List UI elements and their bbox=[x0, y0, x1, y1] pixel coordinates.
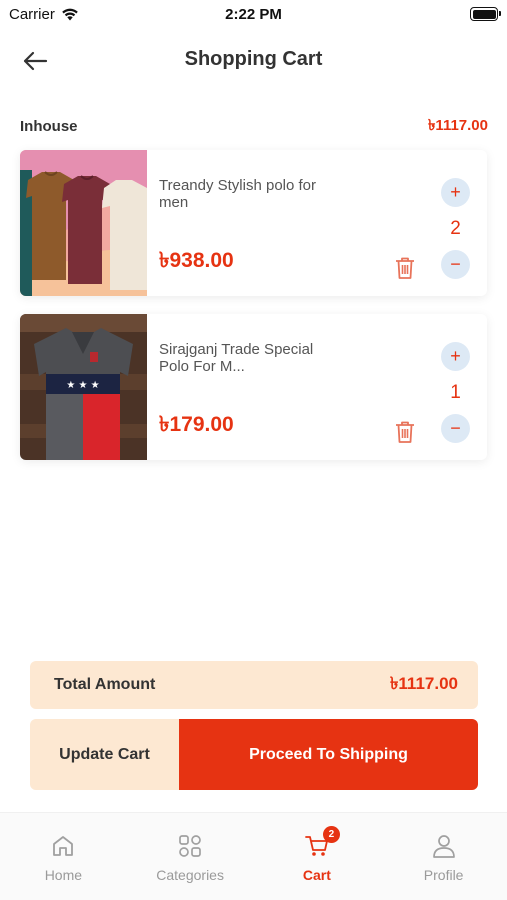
svg-text:★ ★ ★: ★ ★ ★ bbox=[66, 380, 99, 391]
trash-icon bbox=[396, 257, 414, 279]
tab-home[interactable]: Home bbox=[0, 813, 127, 900]
tab-profile[interactable]: Profile bbox=[380, 813, 507, 900]
product-price: ৳938.00 bbox=[159, 249, 234, 272]
grid-icon bbox=[179, 835, 201, 857]
delete-button[interactable] bbox=[394, 420, 416, 444]
quantity-value: 2 bbox=[450, 218, 461, 239]
proceed-to-shipping-button[interactable]: Proceed To Shipping bbox=[179, 719, 478, 790]
home-icon bbox=[53, 836, 74, 856]
tab-label: Home bbox=[44, 867, 83, 883]
tab-label: Categories bbox=[156, 867, 224, 883]
tab-label: Cart bbox=[302, 867, 331, 883]
product-name[interactable]: Treandy Stylish polo for men bbox=[159, 177, 329, 211]
decrease-quantity-button[interactable]: − bbox=[441, 250, 470, 279]
increase-quantity-button[interactable]: + bbox=[441, 342, 470, 371]
quantity-value: 1 bbox=[450, 382, 461, 403]
seller-row: Inhouse ৳1117.00 bbox=[20, 116, 488, 136]
delete-button[interactable] bbox=[394, 256, 416, 280]
total-amount-bar: Total Amount ৳1117.00 bbox=[30, 661, 478, 709]
seller-name: Inhouse bbox=[20, 117, 78, 135]
app-header: Shopping Cart bbox=[0, 38, 507, 82]
tab-categories[interactable]: Categories bbox=[127, 813, 254, 900]
product-image[interactable] bbox=[20, 150, 147, 296]
status-bar: Carrier 2:22 PM bbox=[0, 0, 507, 30]
decrease-quantity-button[interactable]: − bbox=[441, 414, 470, 443]
clock: 2:22 PM bbox=[225, 6, 282, 23]
trash-icon bbox=[396, 421, 414, 443]
cart-actions: Update Cart Proceed To Shipping bbox=[30, 719, 478, 790]
bottom-tab-bar: Home Categories 2 Cart Profile bbox=[0, 812, 507, 900]
product-name[interactable]: Sirajganj Trade Special Polo For M... bbox=[159, 341, 329, 375]
battery-icon bbox=[470, 7, 501, 21]
seller-subtotal: ৳1117.00 bbox=[427, 116, 488, 134]
tab-cart[interactable]: 2 Cart bbox=[254, 813, 381, 900]
page-title: Shopping Cart bbox=[184, 48, 323, 70]
tab-label: Profile bbox=[423, 867, 464, 883]
increase-quantity-button[interactable]: + bbox=[441, 178, 470, 207]
cart-count-badge: 2 bbox=[322, 826, 340, 843]
total-amount-label: Total Amount bbox=[54, 676, 156, 693]
update-cart-button[interactable]: Update Cart bbox=[30, 719, 179, 790]
cart-item: ★ ★ ★ Sirajganj Trade Special Polo For M… bbox=[20, 314, 487, 460]
cart-item: Treandy Stylish polo for men ৳938.00 + 2… bbox=[20, 150, 487, 296]
user-icon bbox=[432, 835, 455, 858]
product-image[interactable]: ★ ★ ★ bbox=[20, 314, 147, 460]
product-price: ৳179.00 bbox=[159, 413, 234, 436]
total-amount-value: ৳1117.00 bbox=[389, 674, 458, 693]
